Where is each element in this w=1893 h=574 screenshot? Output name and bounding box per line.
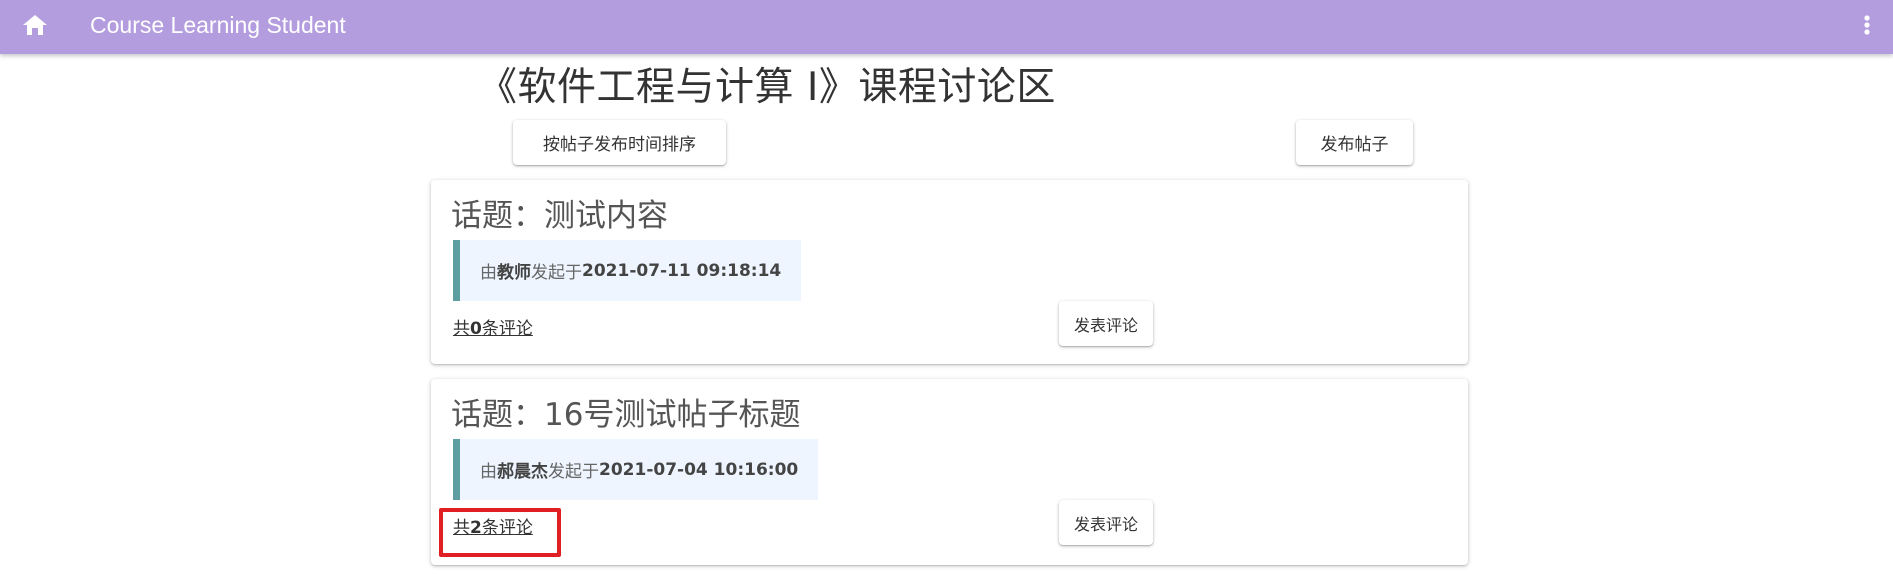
add-comment-button[interactable]: 发表评论	[1059, 301, 1153, 346]
post-meta: 由郝晨杰 发起于 2021-07-04 10:16:00	[453, 439, 819, 500]
comment-count-prefix: 共	[453, 518, 470, 538]
post-card: 话题：测试内容 由教师 发起于 2021-07-11 09:18:14 共0条评论 …	[431, 180, 1468, 364]
post-topic: 话题：测试内容	[451, 198, 668, 234]
home-button[interactable]	[18, 10, 52, 44]
comment-count-number: 2	[470, 518, 482, 538]
meta-prefix: 由	[480, 263, 497, 283]
more-vert-icon	[1863, 13, 1871, 41]
add-comment-button[interactable]: 发表评论	[1059, 500, 1153, 545]
post-time: 2021-07-11 09:18:14	[582, 260, 782, 281]
post-time: 2021-07-04 10:16:00	[599, 459, 799, 480]
home-icon	[22, 13, 48, 41]
post-author: 郝晨杰	[497, 462, 548, 482]
post-topic: 话题：16号测试帖子标题	[451, 397, 801, 433]
app-title: Course Learning Student	[90, 12, 346, 38]
post-meta: 由教师 发起于 2021-07-11 09:18:14	[453, 240, 802, 301]
page-title: 《软件工程与计算 I》课程讨论区	[478, 65, 1056, 110]
comment-count-link[interactable]: 共2条评论	[453, 517, 533, 539]
meta-mid: 发起于	[531, 263, 582, 283]
comment-count-suffix: 条评论	[481, 518, 533, 538]
comment-count-number: 0	[470, 319, 482, 339]
more-menu-button[interactable]	[1855, 10, 1879, 44]
app-bar: Course Learning Student	[0, 0, 1893, 54]
comment-count-link[interactable]: 共0条评论	[453, 318, 533, 340]
comment-count-suffix: 条评论	[481, 319, 533, 339]
meta-mid: 发起于	[548, 462, 599, 482]
post-card: 话题：16号测试帖子标题 由郝晨杰 发起于 2021-07-04 10:16:00 …	[431, 379, 1468, 565]
post-author: 教师	[497, 263, 531, 283]
comment-count-prefix: 共	[453, 319, 470, 339]
sort-by-time-button[interactable]: 按帖子发布时间排序	[513, 120, 726, 165]
meta-prefix: 由	[480, 462, 497, 482]
new-post-button[interactable]: 发布帖子	[1296, 120, 1413, 165]
